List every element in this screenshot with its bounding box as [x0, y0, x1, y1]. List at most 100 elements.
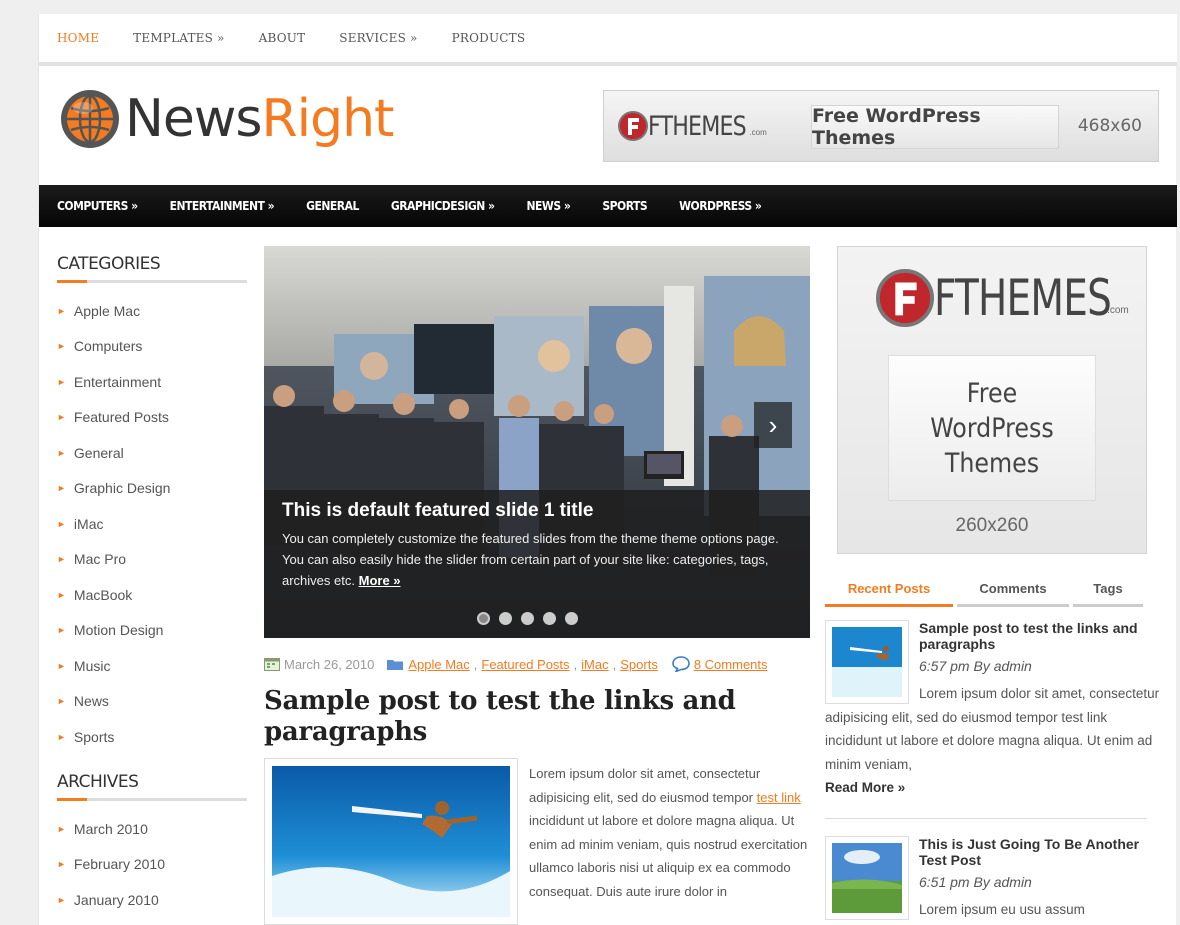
- category-item[interactable]: ► Graphic Design: [57, 471, 247, 507]
- archive-item[interactable]: ► January 2010: [57, 882, 247, 918]
- top-nav-products[interactable]: PRODUCTS: [452, 31, 526, 45]
- featured-slider: › This is default featured slide 1 title…: [264, 246, 810, 638]
- top-nav-services[interactable]: SERVICES »: [339, 31, 417, 45]
- recent-post-excerpt: Lorem ipsum dolor sit amet, consectetur …: [825, 682, 1165, 800]
- post-excerpt-link[interactable]: test link: [757, 790, 801, 805]
- category-item[interactable]: ► News: [57, 684, 247, 720]
- categories-title: CATEGORIES: [57, 254, 247, 283]
- slide-caption: This is default featured slide 1 title Y…: [264, 490, 810, 638]
- category-item[interactable]: ► MacBook: [57, 577, 247, 613]
- slide-more-link[interactable]: More »: [359, 573, 401, 588]
- category-item[interactable]: ► Apple Mac: [57, 293, 247, 329]
- archive-item-label: March 2010: [73, 820, 148, 837]
- slider-dot[interactable]: [565, 612, 578, 625]
- arrow-right-icon: ►: [57, 859, 66, 870]
- arrow-right-icon: ►: [57, 483, 66, 494]
- page: HOME TEMPLATES » ABOUT SERVICES » PRODUC…: [38, 14, 1177, 925]
- category-item[interactable]: ► Sports: [57, 719, 247, 755]
- post-category-link[interactable]: iMac: [581, 657, 608, 672]
- category-item[interactable]: ► Motion Design: [57, 613, 247, 649]
- fthemes-f-icon: [618, 111, 648, 141]
- recent-post-title[interactable]: This is Just Going To Be Another Test Po…: [919, 836, 1163, 868]
- slider-dot[interactable]: [543, 612, 556, 625]
- main-nav-general[interactable]: GENERAL: [306, 199, 359, 213]
- category-item[interactable]: ► Featured Posts: [57, 400, 247, 436]
- banner-size-label: 468x60: [1077, 116, 1142, 136]
- sidebar-ad-260[interactable]: FTHEMES .com Free WordPress Themes 260x2…: [837, 246, 1147, 554]
- slider-next-button[interactable]: ›: [754, 402, 792, 448]
- arrow-right-icon: ►: [57, 412, 66, 423]
- fthemes-text: FTHEMES: [934, 269, 1112, 327]
- banner-button[interactable]: Free WordPress Themes: [811, 105, 1059, 149]
- post-thumbnail[interactable]: [264, 758, 518, 925]
- post-category-link[interactable]: Featured Posts: [481, 657, 569, 672]
- banner-ad[interactable]: FTHEMES .com Free WordPress Themes 468x6…: [603, 90, 1159, 162]
- category-item-label: Motion Design: [73, 622, 164, 639]
- main-nav-entertainment[interactable]: ENTERTAINMENT »: [170, 199, 275, 213]
- arrow-right-icon: ►: [57, 731, 66, 742]
- post-thumbnail-image: [272, 766, 510, 917]
- main-nav-sports[interactable]: SPORTS: [602, 199, 647, 213]
- globe-icon: [61, 90, 119, 148]
- category-item-label: Mac Pro: [73, 551, 127, 568]
- comment-bubble-icon: [672, 656, 690, 672]
- top-nav-templates[interactable]: TEMPLATES »: [133, 31, 224, 45]
- ad-big-line3: Themes: [944, 447, 1040, 479]
- archives-list: ► March 2010 ► February 2010 ► January 2010: [57, 811, 247, 918]
- category-item[interactable]: ► iMac: [57, 506, 247, 542]
- category-item[interactable]: ► Mac Pro: [57, 542, 247, 578]
- recent-post-thumbnail[interactable]: [825, 836, 909, 920]
- category-item-label: Apple Mac: [73, 302, 141, 319]
- ad-big-line2: WordPress: [930, 412, 1054, 444]
- recent-post-time: 6:51 pm By admin: [919, 874, 1032, 890]
- category-item-label: Computers: [73, 338, 143, 355]
- post-comments-link[interactable]: 8 Comments: [694, 657, 768, 672]
- post-date: March 26, 2010: [284, 656, 375, 672]
- category-item[interactable]: ► Music: [57, 648, 247, 684]
- categories-widget: CATEGORIES ► Apple Mac ► Computers ► Entertai…: [57, 254, 247, 755]
- arrow-right-icon: ►: [57, 625, 66, 636]
- categories-list: ► Apple Mac ► Computers ► Entertainment ► Featu…: [57, 293, 247, 755]
- slider-dot[interactable]: [477, 612, 490, 625]
- arrow-right-icon: ►: [57, 696, 66, 707]
- category-item-label: Graphic Design: [73, 480, 171, 497]
- site-logo[interactable]: NewsRight: [59, 88, 394, 150]
- archive-item-label: January 2010: [73, 891, 159, 908]
- top-nav-about[interactable]: ABOUT: [259, 31, 306, 45]
- post-category-link[interactable]: Apple Mac: [408, 657, 469, 672]
- recent-post-title[interactable]: Sample post to test the links and paragr…: [919, 620, 1163, 652]
- main-nav-graphicdesign[interactable]: GRAPHICDESIGN »: [391, 199, 495, 213]
- category-item[interactable]: ► Computers: [57, 329, 247, 365]
- archive-item[interactable]: ► February 2010: [57, 847, 247, 883]
- main-nav-computers[interactable]: COMPUTERS »: [57, 199, 138, 213]
- logo-text-news: News: [125, 89, 263, 149]
- tab-comments[interactable]: Comments: [957, 581, 1069, 607]
- fthemes-logo: FTHEMES .com: [876, 269, 1129, 327]
- main-nav-wordpress[interactable]: WORDPRESS »: [679, 199, 762, 213]
- slider-dot[interactable]: [521, 612, 534, 625]
- category-item-label: MacBook: [73, 586, 133, 603]
- post-title[interactable]: Sample post to test the links and paragr…: [264, 686, 810, 748]
- archive-item[interactable]: ► March 2010: [57, 811, 247, 847]
- recent-post-item: Sample post to test the links and paragr…: [825, 620, 1165, 810]
- tab-recent-posts[interactable]: Recent Posts: [825, 581, 953, 607]
- read-more-link[interactable]: Read More »: [825, 776, 1165, 800]
- archives-title: ARCHIVES: [57, 772, 247, 801]
- category-item-label: News: [73, 693, 109, 710]
- main-nav-news[interactable]: NEWS »: [527, 199, 571, 213]
- post-category-link[interactable]: Sports: [620, 657, 658, 672]
- arrow-right-icon: ►: [57, 823, 66, 834]
- folder-icon: [387, 659, 404, 670]
- fthemes-logo: FTHEMES .com: [618, 111, 767, 142]
- category-item[interactable]: ► Entertainment: [57, 364, 247, 400]
- tab-tags[interactable]: Tags: [1073, 581, 1143, 607]
- slider-dot[interactable]: [499, 612, 512, 625]
- arrow-right-icon: ►: [57, 376, 66, 387]
- post-excerpt: Lorem ipsum dolor sit amet, consectetur …: [529, 762, 814, 903]
- top-nav-home[interactable]: HOME: [57, 31, 99, 45]
- category-item[interactable]: ► General: [57, 435, 247, 471]
- fthemes-text: FTHEMES: [648, 110, 747, 142]
- ad-big-button[interactable]: Free WordPress Themes: [888, 355, 1096, 501]
- category-item-label: Sports: [73, 728, 115, 745]
- arrow-right-icon: ►: [57, 305, 66, 316]
